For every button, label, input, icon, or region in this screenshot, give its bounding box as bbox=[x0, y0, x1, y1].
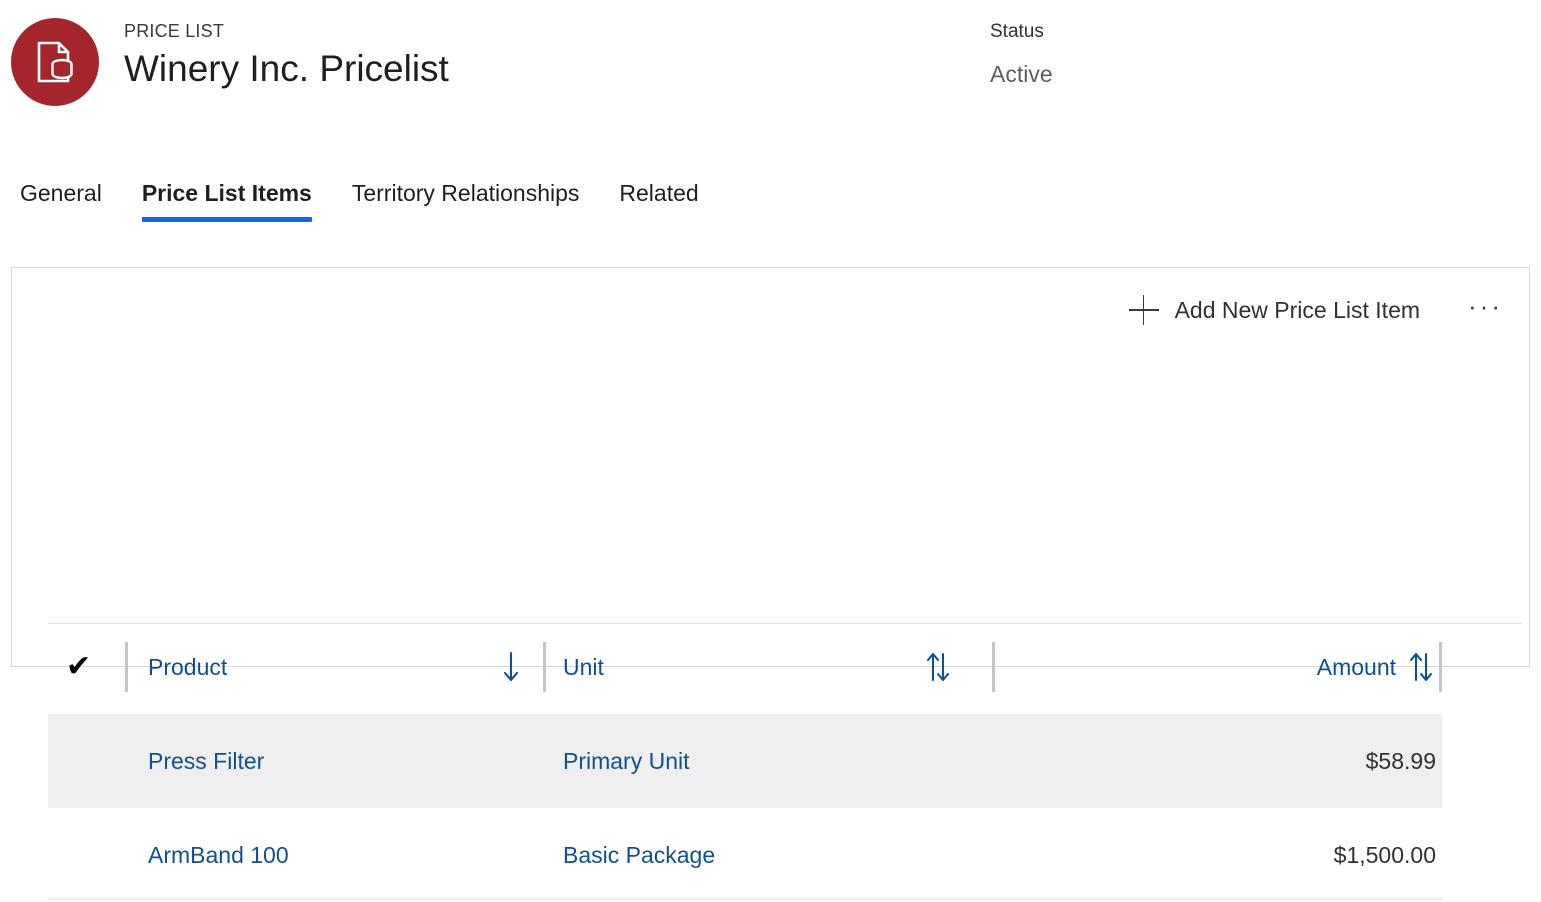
product-link[interactable]: Press Filter bbox=[148, 748, 264, 775]
page-title: Winery Inc. Pricelist bbox=[124, 48, 449, 89]
record-header: PRICE LIST Winery Inc. Pricelist Status … bbox=[0, 0, 1541, 150]
column-header-product-label: Product bbox=[148, 653, 228, 680]
overflow-menu-button[interactable]: ··· bbox=[1458, 289, 1513, 331]
cell-amount: $58.99 bbox=[988, 714, 1440, 808]
column-divider bbox=[125, 642, 128, 692]
tab-territory-relationships[interactable]: Territory Relationships bbox=[332, 178, 600, 208]
add-new-price-list-item-label: Add New Price List Item bbox=[1174, 297, 1421, 323]
amount-value: $58.99 bbox=[1365, 747, 1436, 774]
cell-product: Press Filter bbox=[148, 714, 548, 808]
grid-body: Press Filter Primary Unit $58.99 ArmBand… bbox=[48, 714, 1442, 902]
table-row[interactable]: Press Filter Primary Unit $58.99 bbox=[48, 714, 1442, 808]
column-header-product[interactable]: Product bbox=[148, 640, 548, 694]
entity-type-label: PRICE LIST bbox=[124, 21, 225, 41]
sort-unsorted-arrows-icon bbox=[1406, 650, 1436, 684]
subgrid-command-bar: Add New Price List Item ··· bbox=[12, 268, 1529, 352]
tab-price-list-items[interactable]: Price List Items bbox=[122, 178, 332, 222]
cell-amount: $1,500.00 bbox=[988, 808, 1440, 902]
tab-related[interactable]: Related bbox=[599, 178, 718, 208]
tab-general[interactable]: General bbox=[0, 178, 122, 208]
command-bar-divider bbox=[48, 623, 1522, 624]
column-header-amount-label: Amount bbox=[1316, 653, 1396, 680]
cell-unit: Basic Package bbox=[563, 808, 973, 902]
column-divider bbox=[1439, 642, 1442, 692]
add-new-price-list-item-button[interactable]: Add New Price List Item bbox=[1121, 289, 1428, 331]
tabstrip: General Price List Items Territory Relat… bbox=[0, 178, 719, 232]
status-header-field: Status Active bbox=[990, 20, 1053, 88]
table-row[interactable]: ArmBand 100 Basic Package $1,500.00 bbox=[48, 808, 1442, 902]
product-link[interactable]: ArmBand 100 bbox=[148, 842, 289, 869]
select-all-rows-checkbox[interactable]: ✔ bbox=[66, 640, 126, 694]
unit-link[interactable]: Primary Unit bbox=[563, 748, 690, 775]
column-header-unit[interactable]: Unit bbox=[563, 640, 973, 694]
price-list-items-subgrid: Add New Price List Item ··· ✔ Product Un… bbox=[11, 267, 1530, 900]
amount-value: $1,500.00 bbox=[1333, 841, 1436, 868]
unit-link[interactable]: Basic Package bbox=[563, 842, 715, 869]
cell-unit: Primary Unit bbox=[563, 714, 973, 808]
avatar bbox=[11, 18, 99, 106]
column-header-amount[interactable]: Amount bbox=[988, 640, 1440, 694]
cell-product: ArmBand 100 bbox=[148, 808, 548, 902]
row-divider bbox=[48, 898, 1442, 900]
column-divider bbox=[543, 642, 546, 692]
checkmark-icon: ✔ bbox=[66, 650, 92, 683]
column-header-unit-label: Unit bbox=[563, 653, 604, 680]
sort-unsorted-arrows-icon bbox=[923, 650, 953, 684]
plus-icon bbox=[1128, 295, 1159, 325]
record-title-block: PRICE LIST Winery Inc. Pricelist bbox=[124, 20, 449, 92]
grid-header-row: ✔ Product Unit Amount bbox=[48, 640, 1442, 694]
price-list-document-coins-icon bbox=[35, 41, 75, 83]
status-badge: Active bbox=[990, 61, 1053, 87]
sort-descending-arrow-icon bbox=[500, 650, 522, 684]
status-field-label: Status bbox=[990, 21, 1044, 42]
